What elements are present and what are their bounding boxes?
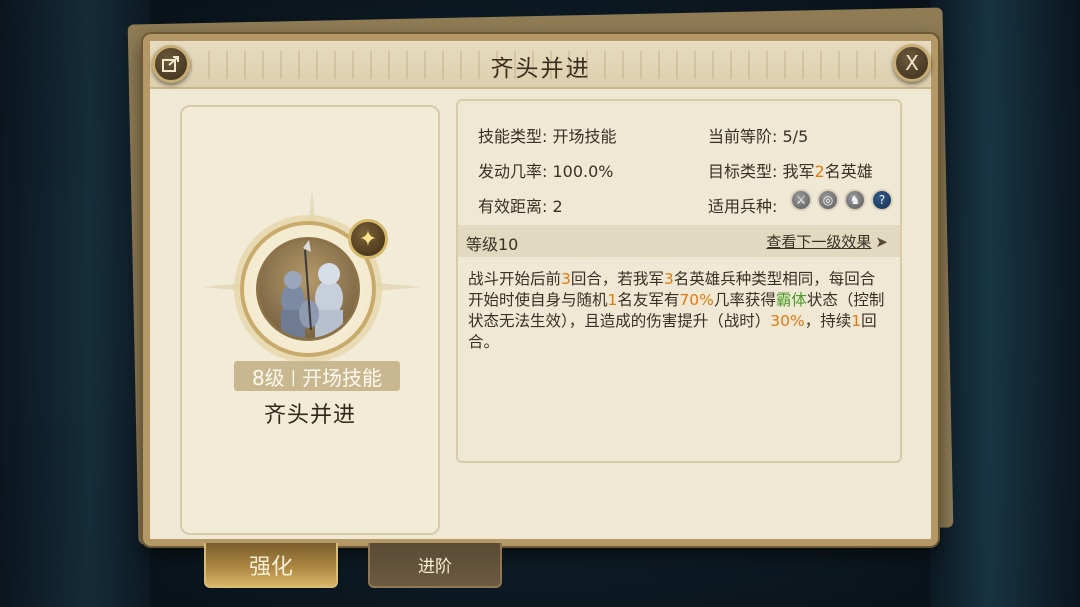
share-icon xyxy=(162,56,179,72)
skill-detail-panel: 齐头并进 X ✦ 8级 | 开场技能 齐头并进 技能类型: 开场技能 当前等阶:… xyxy=(143,34,938,546)
desc-highlight: 30% xyxy=(770,312,805,330)
skill-description: 战斗开始后前3回合，若我军3名英雄兵种类型相同，每回合开始时使自身与随机1名友军… xyxy=(468,269,890,353)
soldiers-illustration xyxy=(281,240,343,338)
trigger-rate-label: 发动几率: xyxy=(478,162,548,181)
range-label: 有效距离: xyxy=(478,197,548,216)
level-bar: 等级10 查看下一级效果 ➤ xyxy=(458,225,900,257)
desc-text: 名友军有 xyxy=(617,291,680,309)
skill-name: 齐头并进 xyxy=(263,403,356,428)
panel-title: 齐头并进 xyxy=(490,56,591,82)
target-type-prefix: 我军 xyxy=(782,162,815,181)
troop-type-label: 适用兵种: xyxy=(708,197,778,216)
level-label: 等级10 xyxy=(466,235,519,254)
arrow-right-icon: ➤ xyxy=(875,233,888,251)
panel-header: 齐头并进 X xyxy=(150,41,931,89)
trigger-rate-row: 发动几率: 100.0% xyxy=(478,158,614,182)
desc-highlight-green: 霸体 xyxy=(775,291,807,309)
tab-strengthen[interactable]: 强化 xyxy=(204,543,338,588)
skill-info-card: 技能类型: 开场技能 当前等阶: 5/5 发动几率: 100.0% 目标类型: … xyxy=(456,99,902,463)
star-badge-icon: ✦ xyxy=(348,219,388,259)
desc-text: 回合，若我军 xyxy=(570,270,664,288)
skill-level: 8级 xyxy=(251,365,285,390)
troop-type-row: 适用兵种: xyxy=(708,193,777,217)
trigger-rate-value: 100.0% xyxy=(552,162,614,181)
tab-strengthen-label: 强化 xyxy=(248,554,293,580)
target-type-row: 目标类型: 我军2名英雄 xyxy=(708,158,873,182)
target-type-number: 2 xyxy=(814,162,825,181)
current-rank-value: 5/5 xyxy=(782,127,809,146)
range-value: 2 xyxy=(552,197,563,216)
tab-advance-label: 进阶 xyxy=(418,557,452,577)
skill-portrait-card: ✦ 8级 | 开场技能 齐头并进 xyxy=(180,105,440,535)
tag-separator: | xyxy=(290,366,297,386)
skill-type-tag: 开场技能 xyxy=(302,365,383,390)
skill-type-label: 技能类型: xyxy=(478,127,548,146)
skill-portrait xyxy=(256,237,360,341)
range-row: 有效距离: 2 xyxy=(478,193,563,217)
desc-text: ，持续 xyxy=(804,312,852,330)
sword-icon[interactable]: ⚔ xyxy=(790,189,812,211)
close-button[interactable]: X xyxy=(893,44,931,82)
next-level-link-text: 查看下一级效果 xyxy=(766,233,872,251)
share-button[interactable] xyxy=(152,45,190,83)
desc-highlight: 1 xyxy=(607,291,618,309)
desc-highlight: 70% xyxy=(679,291,714,309)
bow-icon[interactable]: ◎ xyxy=(817,189,839,211)
level-type-tag: 8级 | 开场技能 xyxy=(234,361,400,391)
desc-highlight: 3 xyxy=(561,270,571,288)
skill-type-row: 技能类型: 开场技能 xyxy=(478,123,617,147)
desc-text: 几率获得 xyxy=(713,291,776,309)
desc-highlight: 3 xyxy=(663,270,674,288)
background-left xyxy=(0,0,150,607)
target-type-label: 目标类型: xyxy=(708,162,778,181)
cavalry-icon[interactable]: ♞ xyxy=(844,189,866,211)
desc-text: 战斗开始后前 xyxy=(468,270,562,288)
skill-type-value: 开场技能 xyxy=(552,127,617,146)
current-rank-label: 当前等阶: xyxy=(708,127,778,146)
target-type-suffix: 名英雄 xyxy=(824,162,873,181)
tab-advance[interactable]: 进阶 xyxy=(368,543,502,588)
unknown-icon[interactable]: ? xyxy=(871,189,893,211)
current-rank-row: 当前等阶: 5/5 xyxy=(708,123,808,147)
close-icon: X xyxy=(905,51,919,75)
next-level-link[interactable]: 查看下一级效果 ➤ xyxy=(766,231,888,252)
desc-highlight: 1 xyxy=(851,312,862,330)
troop-icons: ⚔ ◎ ♞ ? xyxy=(790,189,893,211)
